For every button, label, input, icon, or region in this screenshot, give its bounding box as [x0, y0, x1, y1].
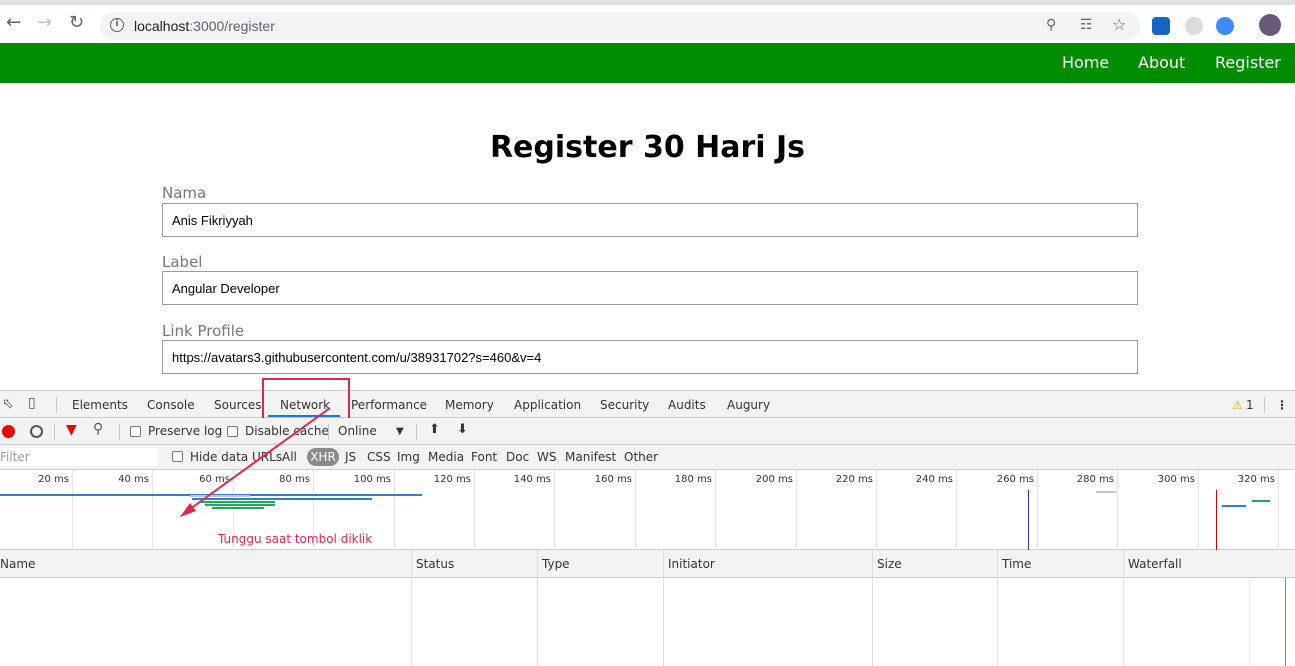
filter-doc[interactable]: Doc [506, 450, 529, 464]
filter-other[interactable]: Other [624, 450, 658, 464]
timeline-gridline [796, 470, 797, 550]
column-divider [537, 550, 538, 666]
back-icon[interactable]: ← [6, 14, 21, 32]
timeline-gridline [1037, 470, 1038, 550]
timeline-gridline [1198, 470, 1199, 550]
col-waterfall[interactable]: Waterfall [1128, 557, 1182, 571]
translate-icon[interactable]: ☶ [1080, 17, 1093, 33]
filter-manifest[interactable]: Manifest [565, 450, 616, 464]
key-icon[interactable]: ⚲ [1046, 17, 1056, 33]
timeline-bar [1222, 505, 1246, 507]
col-name[interactable]: Name [0, 557, 35, 571]
timeline-tick-label: 320 ms [1237, 474, 1275, 485]
address-bar[interactable]: i localhost:3000/register ⚲ ☶ ☆ [100, 12, 1140, 40]
waterfall-marker [1285, 578, 1286, 666]
timeline-tick-label: 140 ms [513, 474, 551, 485]
tab-security[interactable]: Security [600, 398, 649, 412]
timeline-tick-label: 260 ms [996, 474, 1034, 485]
divider [1264, 397, 1265, 413]
column-divider [663, 550, 664, 666]
timeline-gridline [635, 470, 636, 550]
column-divider [872, 550, 873, 666]
timeline-tick-label: 180 ms [674, 474, 712, 485]
label-field[interactable]: Angular Developer [162, 271, 1138, 305]
filter-img[interactable]: Img [397, 450, 420, 464]
load-marker [1216, 490, 1217, 550]
timeline-bar [1252, 500, 1270, 502]
timeline-gridline [1278, 470, 1279, 550]
info-icon[interactable]: i [110, 18, 124, 32]
nama-field[interactable]: Anis Fikriyyah [162, 203, 1138, 237]
timeline-gridline [1117, 470, 1118, 550]
more-options-icon[interactable]: ⋮ [1276, 398, 1288, 412]
column-divider [997, 550, 998, 666]
nama-label: Nama [162, 184, 207, 202]
col-initiator[interactable]: Initiator [668, 557, 715, 571]
export-har-icon[interactable]: ⬇ [457, 422, 468, 437]
annotation-text: Tunggu saat tombol diklik [218, 532, 373, 546]
extension-icon[interactable] [1152, 17, 1170, 35]
tab-memory[interactable]: Memory [445, 398, 494, 412]
timeline-gridline [715, 470, 716, 550]
arrow-head [180, 503, 196, 517]
annotation-arrow [180, 407, 331, 517]
dark-mode-icon[interactable] [1185, 17, 1203, 35]
forward-icon[interactable]: → [37, 14, 52, 32]
reload-icon[interactable]: ↻ [69, 14, 84, 32]
link-profile-field[interactable]: https://avatars3.githubusercontent.com/u… [162, 340, 1138, 374]
nav-register[interactable]: Register [1215, 53, 1281, 72]
timeline-tick-label: 200 ms [755, 474, 793, 485]
timeline-tick-label: 280 ms [1076, 474, 1114, 485]
col-status[interactable]: Status [416, 557, 454, 571]
devtools-panel: ⬁ ▯ Elements Console Sources Network Per… [0, 378, 1295, 666]
tab-augury[interactable]: Augury [727, 398, 770, 412]
column-divider [411, 550, 412, 666]
browser-toolbar: ← → ↻ i localhost:3000/register ⚲ ☶ ☆ [0, 0, 1295, 43]
timeline-bar [1096, 491, 1116, 493]
column-divider [1123, 550, 1124, 666]
url-host: localhost [134, 18, 190, 34]
url-text: localhost:3000/register [134, 18, 275, 34]
nav-about[interactable]: About [1138, 53, 1185, 72]
timeline-tick-label: 300 ms [1157, 474, 1195, 485]
tab-audits[interactable]: Audits [668, 398, 706, 412]
col-time[interactable]: Time [1002, 557, 1031, 571]
timeline-gridline [876, 470, 877, 550]
filter-media[interactable]: Media [428, 450, 464, 464]
star-icon[interactable]: ☆ [1112, 15, 1126, 34]
warning-icon[interactable]: ⚠ [1232, 398, 1243, 412]
url-path: :3000/register [189, 18, 275, 34]
page-title: Register 30 Hari Js [489, 130, 806, 165]
col-size[interactable]: Size [877, 557, 902, 571]
timeline-gridline [554, 470, 555, 550]
timeline-gridline [956, 470, 957, 550]
col-type[interactable]: Type [542, 557, 570, 571]
filter-ws[interactable]: WS [537, 450, 556, 464]
extension-icon-2[interactable] [1216, 17, 1234, 35]
app-navbar: Home About Register [0, 43, 1295, 83]
divider [416, 424, 417, 440]
import-har-icon[interactable]: ⬆ [429, 422, 440, 437]
tab-application[interactable]: Application [514, 398, 581, 412]
filter-font[interactable]: Font [471, 450, 497, 464]
domcontentloaded-marker [1028, 490, 1029, 550]
timeline-tick-label: 220 ms [835, 474, 873, 485]
label-label: Label [162, 253, 203, 271]
timeline-gridline [474, 470, 475, 550]
waterfall-gridline [1249, 578, 1250, 666]
timeline-tick-label: 240 ms [915, 474, 953, 485]
timeline-tick-label: 120 ms [433, 474, 471, 485]
link-profile-label: Link Profile [162, 322, 245, 340]
timeline-tick-label: 160 ms [594, 474, 632, 485]
warning-count[interactable]: 1 [1246, 398, 1254, 412]
arrow-line [185, 407, 331, 513]
avatar[interactable] [1259, 14, 1281, 36]
requests-table-header: Name Status Type Initiator Size Time Wat… [0, 550, 1295, 578]
nav-home[interactable]: Home [1062, 53, 1109, 72]
